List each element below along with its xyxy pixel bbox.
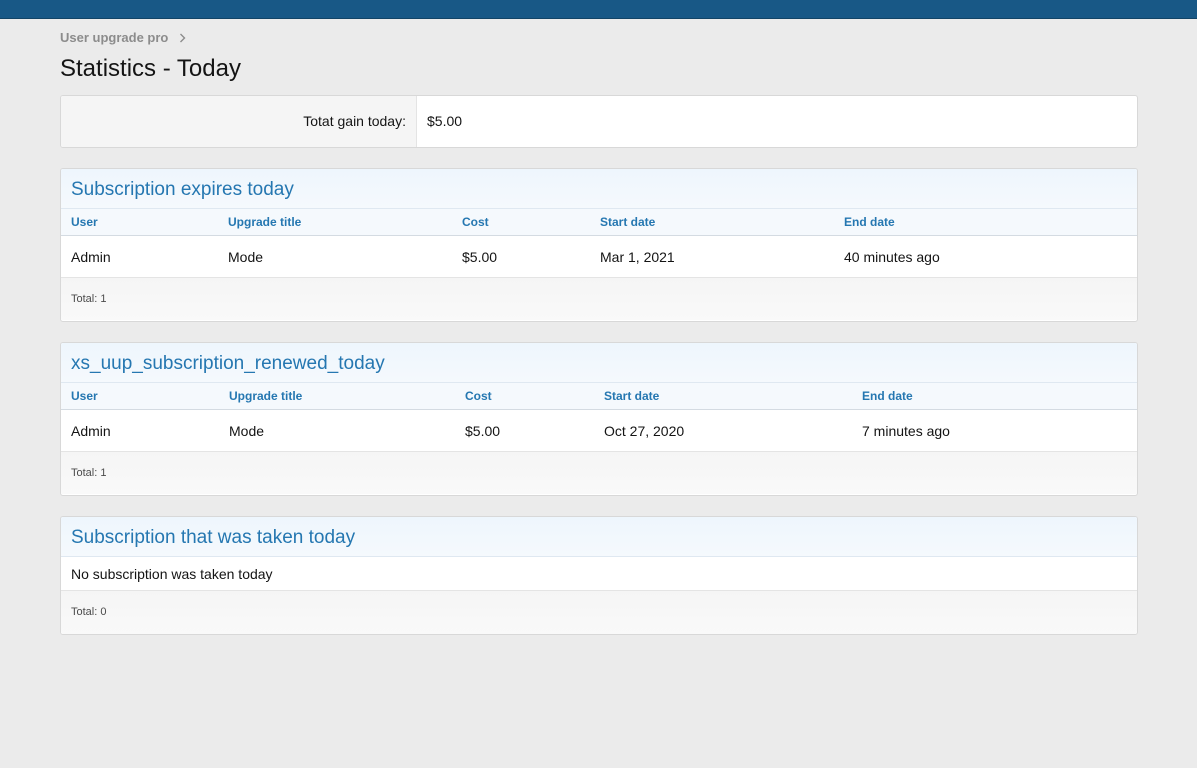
table-footer-total: Total: 1: [61, 278, 1137, 320]
total-gain-label: Totat gain today:: [61, 96, 417, 147]
column-header-user: User: [71, 389, 98, 403]
section-title: Subscription that was taken today: [61, 517, 1137, 557]
cell-start-date: Oct 27, 2020: [604, 423, 685, 439]
table-row: Admin Mode $5.00 Mar 1, 2021 40 minutes …: [61, 236, 1137, 278]
cell-end-date: 40 minutes ago: [844, 249, 940, 265]
column-header-end-date: End date: [844, 215, 895, 229]
breadcrumb: User upgrade pro: [60, 30, 186, 45]
table-row: Admin Mode $5.00 Oct 27, 2020 7 minutes …: [61, 410, 1137, 452]
column-header-cost: Cost: [462, 215, 489, 229]
page-title: Statistics - Today: [60, 55, 241, 82]
column-header-cost: Cost: [465, 389, 492, 403]
column-header-start-date: Start date: [600, 215, 656, 229]
column-header-user: User: [71, 215, 98, 229]
subscription-expires-today-block: Subscription expires today User Upgrade …: [60, 168, 1138, 322]
chevron-right-icon: [179, 33, 186, 43]
section-title: Subscription expires today: [61, 169, 1137, 209]
section-title: xs_uup_subscription_renewed_today: [61, 343, 1137, 383]
cell-upgrade-title: Mode: [228, 249, 264, 265]
table-footer-total: Total: 0: [61, 591, 1137, 634]
total-gain-value: $5.00: [427, 113, 463, 129]
table-footer-total: Total: 1: [61, 452, 1137, 494]
total-gain-row: Totat gain today: $5.00: [60, 95, 1138, 148]
top-navigation-bar: [0, 0, 1197, 19]
cell-cost: $5.00: [465, 423, 501, 439]
cell-upgrade-title: Mode: [229, 423, 265, 439]
table-header: User Upgrade title Cost Start date End d…: [61, 209, 1137, 236]
subscription-taken-today-block: Subscription that was taken today No sub…: [60, 516, 1138, 635]
table-header: User Upgrade title Cost Start date End d…: [61, 383, 1137, 410]
cell-end-date: 7 minutes ago: [862, 423, 950, 439]
cell-user: Admin: [71, 423, 111, 439]
breadcrumb-link-user-upgrade-pro[interactable]: User upgrade pro: [60, 30, 168, 45]
column-header-upgrade-title: Upgrade title: [229, 389, 303, 403]
column-header-start-date: Start date: [604, 389, 660, 403]
cell-user: Admin: [71, 249, 111, 265]
cell-cost: $5.00: [462, 249, 498, 265]
column-header-upgrade-title: Upgrade title: [228, 215, 302, 229]
cell-start-date: Mar 1, 2021: [600, 249, 675, 265]
empty-message: No subscription was taken today: [61, 557, 1137, 591]
column-header-end-date: End date: [862, 389, 913, 403]
subscription-renewed-today-block: xs_uup_subscription_renewed_today User U…: [60, 342, 1138, 496]
